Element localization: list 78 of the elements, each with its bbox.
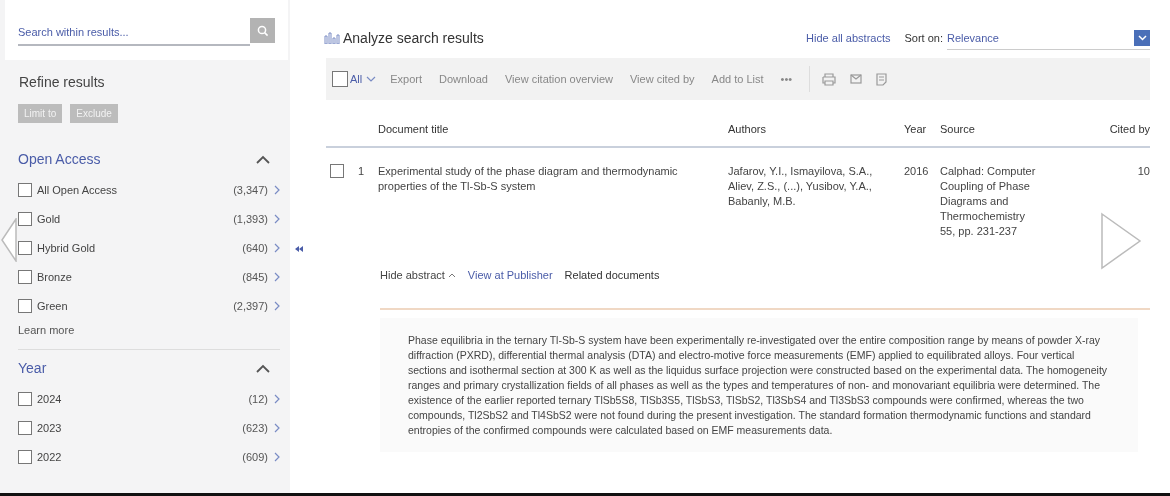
row-number: 1 [358,164,365,179]
search-field[interactable]: Search within results... [18,26,250,46]
authors-text: Jafarov, Y.I., Ismayilova, S.A., Aliev, Z.S., (...), Yusibov, Y.A., Babanly, M.B. [728,165,873,207]
analyze-results-link[interactable]: Analyze search results [343,30,484,46]
related-documents-link[interactable]: Related documents [564,269,660,281]
abstract-text: Phase equilibria in the ternary Tl-Sb-S system have been experimentally re-investigated over the entire composition range by means of powder X-ray diffraction (PXRD), differential thermal analysis (DTA) and electro-motive force measurements (EMF) applied to equilibrated alloys. Four vertical sections and isothermal section at 300 K as well as the liquidus surface projection were constructed based on the experimental data. The homogeneity ranges and primary crystallization fields of all phases as well as the types and temperatures of non- and monovariant equilibria were determined. The existence of the earlier reported ternary TlSb5S8, TlSb3S5, TlSbS3, TlSbS2, Tl3SbS4 and Tl3SbS3 compounds were confirmed, whereas the two compounds, Tl2SbS2 and Tl4SbS2 were not found during the present investigation. The standard formation thermodynamic functions and standard entropies of the confirmed compounds were calculated based on EMF measurements data. [380,318,1138,452]
column-header[interactable]: Authors [728,100,904,143]
learn-more-link[interactable]: Learn more [18,324,75,336]
checkbox[interactable] [18,269,32,284]
caret-icon[interactable] [447,272,456,278]
result-count: (609) [242,450,268,463]
publisher-link[interactable]: View at Publisher [467,269,553,281]
refine-results-heading: Refine results [19,74,106,90]
filter-label: Gold [37,212,62,225]
chevron-right-icon[interactable] [274,213,280,224]
chevron-right-icon[interactable] [274,393,280,404]
year-text: 2016 [904,165,929,177]
search-box[interactable]: Search within results... [5,0,288,60]
result-count: (845) [242,270,268,283]
filter-label: 2023 [37,421,63,434]
column-header[interactable]: Source [940,100,1090,143]
filter-label: All Open Access [37,183,119,196]
checkbox[interactable] [18,182,32,197]
hide-all-abstracts-link[interactable]: Hide all abstracts [806,32,891,44]
previous-arrow-icon[interactable] [1,218,17,262]
bar-chart-icon[interactable] [324,32,340,44]
toolbar-action[interactable]: View citation overview [504,73,613,85]
column-header[interactable]: Year [904,100,940,143]
chevron-right-icon[interactable] [274,184,280,195]
hide-abstract-toggle[interactable]: Hide abstract [380,269,456,281]
checkbox[interactable] [18,298,32,313]
cited-by-count: 10 [1137,165,1150,177]
sort-label: Sort on: [904,32,943,44]
filter-label: 2022 [37,450,63,463]
toolbar-action[interactable]: ••• [780,73,793,85]
result-count: (12) [248,392,268,405]
result-count: (623) [242,421,268,434]
checkbox[interactable] [18,240,32,255]
result-count: (1,393) [233,212,268,225]
document-icon[interactable] [876,72,888,86]
email-icon[interactable] [850,74,863,84]
filter-label: Bronze [37,270,73,283]
facet-heading[interactable]: Year [18,360,47,376]
filter-label: 2024 [37,392,63,405]
column-header[interactable]: Document title [378,100,728,143]
chevron-right-icon[interactable] [274,271,280,282]
select-all-checkbox[interactable]: All [332,71,377,87]
chevron-right-icon[interactable] [274,422,280,433]
checkbox[interactable] [18,449,32,464]
collapse-icon[interactable] [295,246,303,252]
sort-dropdown[interactable]: Relevance [947,26,1150,50]
result-count: (3,347) [233,183,268,196]
result-count: (640) [242,241,268,254]
document-title-link[interactable]: Experimental study of the phase diagram and thermodynamic properties of the Tl-Sb-S system [378,164,708,194]
column-header[interactable]: Cited by [1090,100,1150,143]
chevron-right-icon[interactable] [274,300,280,311]
filter-label: Hybrid Gold [37,241,97,254]
filter-label: Green [37,299,69,312]
caret-icon[interactable] [366,76,377,82]
print-icon[interactable] [822,72,837,86]
search-icon [256,24,269,37]
toolbar-action[interactable]: Export [390,73,423,85]
source-title: Calphad: Computer Coupling of Phase Diagrams and Thermochemistry [940,164,1037,224]
checkbox[interactable] [18,211,32,226]
chevron-right-icon[interactable] [274,451,280,462]
result-count: (2,397) [233,299,268,312]
checkbox[interactable] [18,420,32,435]
checkbox[interactable] [330,164,344,178]
chevron-right-icon[interactable] [274,242,280,253]
search-button[interactable] [250,18,275,43]
toolbar-action[interactable]: View cited by [629,73,695,85]
facet-heading[interactable]: Open Access [18,151,101,167]
next-arrow-icon[interactable] [1100,212,1142,270]
checkbox[interactable] [18,391,32,406]
chevron-up-icon[interactable] [256,154,270,164]
chevron-up-icon[interactable] [256,363,270,373]
toolbar-action[interactable]: Add to List [711,73,764,85]
source-detail: 55, pp. 231-237 [940,224,1019,239]
